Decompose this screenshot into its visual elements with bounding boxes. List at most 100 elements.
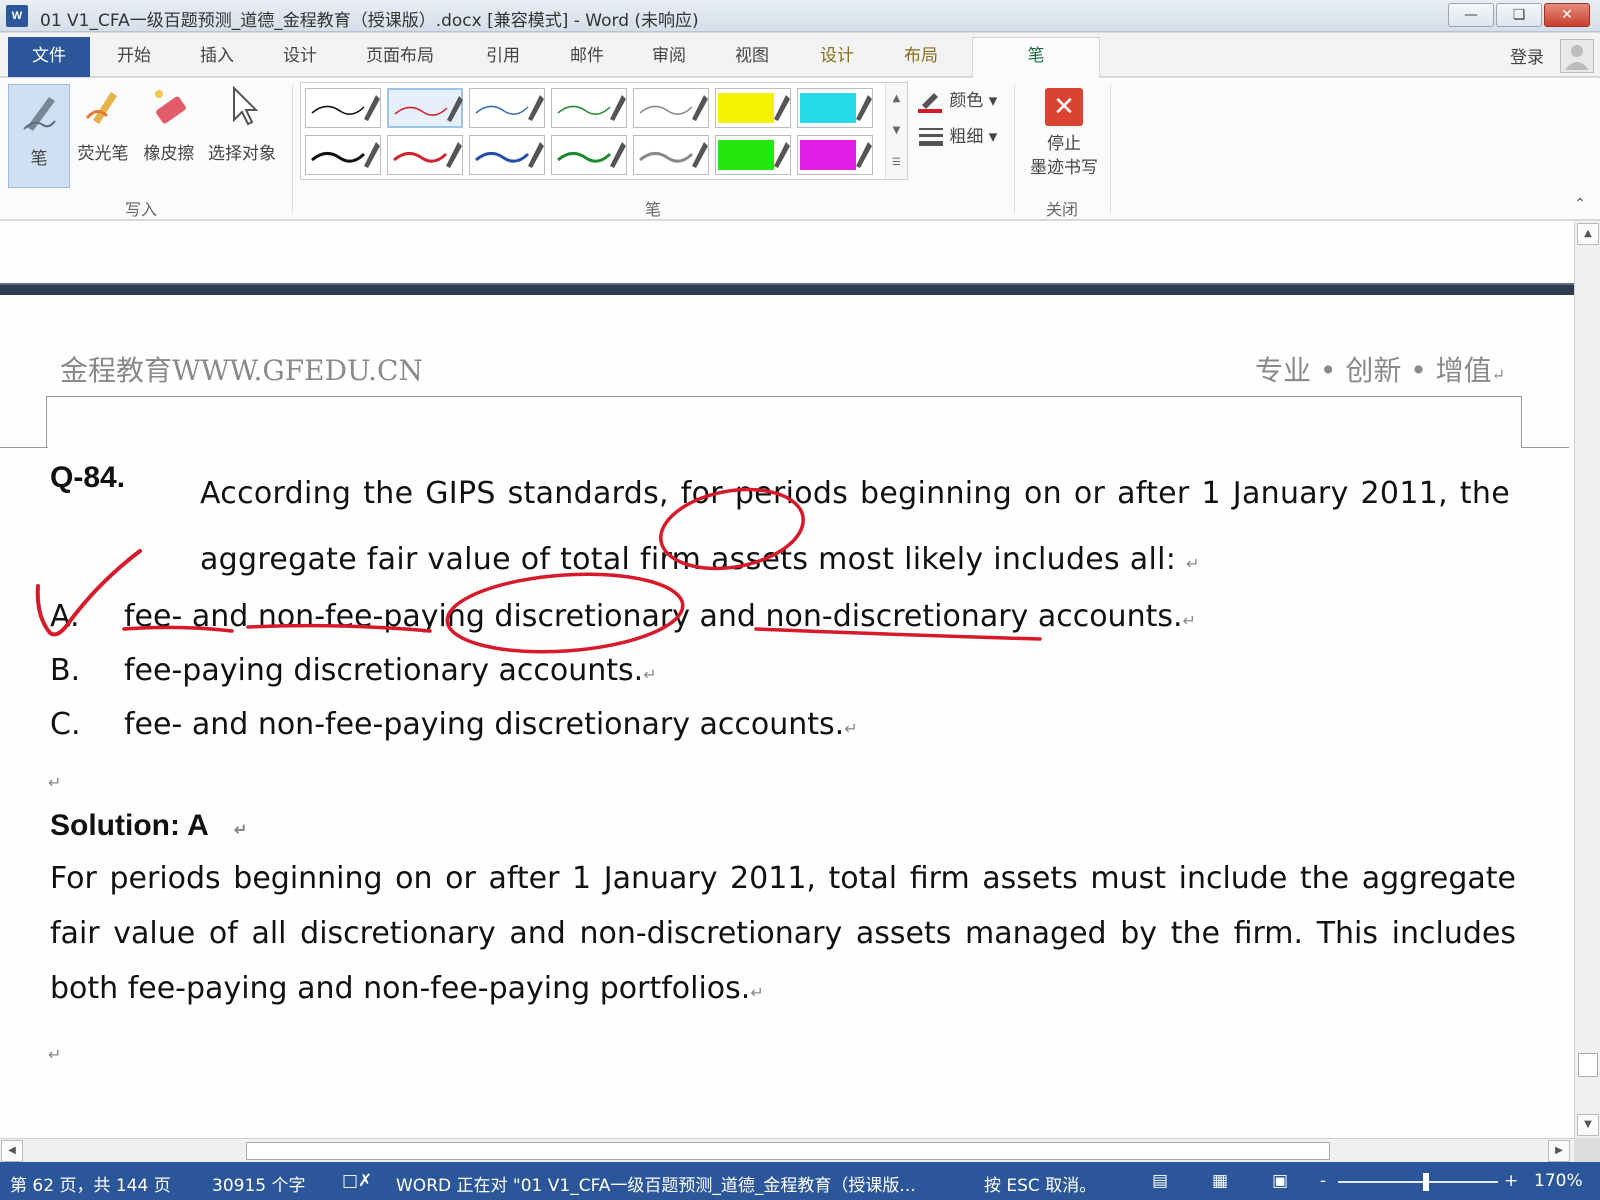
paragraph-mark: ↵ xyxy=(643,665,657,684)
solution-title-text: Solution: A xyxy=(50,809,209,842)
title-bar: W 01 V1_CFA一级百题预测_道德_金程教育（授课版）.docx [兼容模… xyxy=(0,0,1600,32)
paragraph-mark: ↵ xyxy=(48,773,62,792)
paragraph-mark: ↵ xyxy=(750,983,764,1002)
zoom-level[interactable]: 170% xyxy=(1534,1171,1583,1191)
pen-style-swatch[interactable] xyxy=(469,135,545,175)
pen-weight-label: 粗细 xyxy=(949,127,984,147)
tab-references[interactable]: 引用 xyxy=(486,41,520,66)
tab-layout[interactable]: 页面布局 xyxy=(366,41,434,66)
close-button[interactable]: ✕ xyxy=(1544,3,1590,27)
gallery-down-arrow-icon[interactable]: ▼ xyxy=(886,115,907,147)
option-b: B. fee-paying discretionary accounts.↵ xyxy=(50,653,657,688)
tab-home[interactable]: 开始 xyxy=(117,41,151,66)
horizontal-scrollbar[interactable]: ◀ ▶ xyxy=(0,1138,1574,1162)
tab-insert[interactable]: 插入 xyxy=(200,41,234,66)
pen-stroke-icon xyxy=(475,95,544,121)
tab-mailings[interactable]: 邮件 xyxy=(570,41,604,66)
web-layout-icon[interactable]: ▣ xyxy=(1272,1171,1288,1191)
proofing-icon[interactable]: □✗ xyxy=(342,1171,372,1191)
scroll-up-arrow-icon[interactable]: ▲ xyxy=(1577,223,1599,245)
page-count[interactable]: 第 62 页，共 144 页 xyxy=(10,1171,171,1196)
read-mode-icon[interactable]: ▤ xyxy=(1152,1171,1168,1191)
group-divider xyxy=(292,84,293,214)
eraser-tool-button[interactable]: 橡皮擦 xyxy=(138,84,200,164)
pen-style-swatch[interactable] xyxy=(387,88,463,128)
progress-message: WORD 正在对 "01 V1_CFA一级百题预测_道德_金程教育（授课版... xyxy=(396,1176,916,1196)
document-canvas[interactable]: 金程教育WWW.GFEDU.CN 专业 • 创新 • 增值↵ Q-84. Acc… xyxy=(0,221,1574,1138)
line-weight-icon xyxy=(919,128,943,146)
pen-color-dropdown[interactable]: 颜色 ▾ xyxy=(918,86,997,113)
gallery-more-icon[interactable]: ☰ xyxy=(886,147,907,179)
solution-title: Solution: A ↵ xyxy=(50,809,247,843)
gallery-up-arrow-icon[interactable]: ▲ xyxy=(886,83,907,115)
tab-table-design[interactable]: 设计 xyxy=(820,41,854,66)
restore-button[interactable]: ❏ xyxy=(1496,3,1542,27)
margin-corner-mark xyxy=(0,447,48,448)
tab-table-layout[interactable]: 布局 xyxy=(904,41,938,66)
close-x-icon: ✕ xyxy=(1045,88,1083,126)
minimize-button[interactable]: — xyxy=(1448,3,1494,27)
zoom-in-button[interactable]: + xyxy=(1504,1171,1518,1191)
vertical-scroll-thumb[interactable] xyxy=(1578,1053,1598,1077)
pen-style-swatch[interactable] xyxy=(715,88,791,128)
pen-tool-label: 笔 xyxy=(30,149,48,169)
stop-inking-button[interactable]: ✕ 停止 墨迹书写 xyxy=(1020,84,1108,180)
write-group-label: 写入 xyxy=(125,200,158,219)
scroll-left-arrow-icon[interactable]: ◀ xyxy=(1,1140,23,1162)
avatar[interactable] xyxy=(1560,39,1594,73)
option-letter: B. xyxy=(50,653,81,688)
highlighter-swatch-icon xyxy=(718,140,790,170)
pen-tool-button[interactable]: 笔 xyxy=(8,84,70,188)
pen-style-swatch[interactable] xyxy=(305,88,381,128)
pen-style-swatch[interactable] xyxy=(797,88,873,128)
pen-stroke-icon xyxy=(475,142,544,168)
tab-review[interactable]: 审阅 xyxy=(652,41,686,66)
word-app-icon[interactable]: W xyxy=(6,5,28,27)
tab-design[interactable]: 设计 xyxy=(283,41,317,66)
pen-group-label: 笔 xyxy=(645,200,662,219)
tab-pen[interactable]: 笔 xyxy=(972,37,1100,78)
group-divider xyxy=(1014,84,1015,214)
login-link[interactable]: 登录 xyxy=(1510,43,1544,68)
status-bar: 第 62 页，共 144 页 30915 个字 □✗ WORD 正在对 "01 … xyxy=(0,1162,1600,1200)
option-text: fee- and non-fee-paying discretionary ac… xyxy=(124,707,845,742)
select-object-tool-button[interactable]: 选择对象 xyxy=(204,84,280,164)
print-layout-icon[interactable]: ▦ xyxy=(1212,1171,1228,1191)
pen-style-swatch[interactable] xyxy=(469,88,545,128)
pen-style-swatch[interactable] xyxy=(715,135,791,175)
option-letter: C. xyxy=(50,707,81,742)
option-text: fee- and non-fee-paying discretionary an… xyxy=(124,599,1183,634)
pen-weight-dropdown[interactable]: 粗细 ▾ xyxy=(918,122,997,149)
horizontal-scroll-thumb[interactable] xyxy=(246,1142,1330,1160)
tab-view[interactable]: 视图 xyxy=(735,41,769,66)
user-icon xyxy=(1565,45,1589,70)
pen-style-swatch[interactable] xyxy=(797,135,873,175)
eraser-icon xyxy=(155,90,186,124)
pen-style-swatch[interactable] xyxy=(305,135,381,175)
gallery-scrollbar[interactable]: ▲ ▼ ☰ xyxy=(885,83,907,179)
solution-text: For periods beginning on or after 1 Janu… xyxy=(50,851,1516,1020)
scroll-right-arrow-icon[interactable]: ▶ xyxy=(1548,1140,1570,1162)
word-count[interactable]: 30915 个字 xyxy=(212,1171,305,1196)
scroll-down-arrow-icon[interactable]: ▼ xyxy=(1577,1114,1599,1136)
highlighter-tool-button[interactable]: 荧光笔 xyxy=(72,84,134,164)
pen-style-swatch[interactable] xyxy=(387,135,463,175)
pen-stroke-icon xyxy=(557,95,626,121)
window-title: 01 V1_CFA一级百题预测_道德_金程教育（授课版）.docx [兼容模式]… xyxy=(40,11,699,31)
vertical-scrollbar[interactable]: ▲ ▼ xyxy=(1574,221,1600,1138)
pen-style-swatch[interactable] xyxy=(633,135,709,175)
tab-file[interactable]: 文件 xyxy=(8,37,90,77)
collapse-ribbon-icon[interactable]: ⌃ xyxy=(1574,196,1586,212)
paragraph-mark: ↵ xyxy=(1491,365,1506,384)
pen-stroke-icon xyxy=(394,96,463,122)
highlighter-tool-label: 荧光笔 xyxy=(77,144,129,164)
zoom-slider-track[interactable] xyxy=(1338,1181,1498,1183)
pen-style-swatch[interactable] xyxy=(633,88,709,128)
pen-style-swatch[interactable] xyxy=(551,88,627,128)
zoom-slider-thumb[interactable] xyxy=(1423,1173,1429,1191)
margin-corner-mark xyxy=(46,396,47,448)
zoom-out-button[interactable]: - xyxy=(1320,1171,1326,1191)
page-break-separator xyxy=(0,283,1574,295)
pen-style-swatch[interactable] xyxy=(551,135,627,175)
select-object-tool-label: 选择对象 xyxy=(208,144,276,164)
